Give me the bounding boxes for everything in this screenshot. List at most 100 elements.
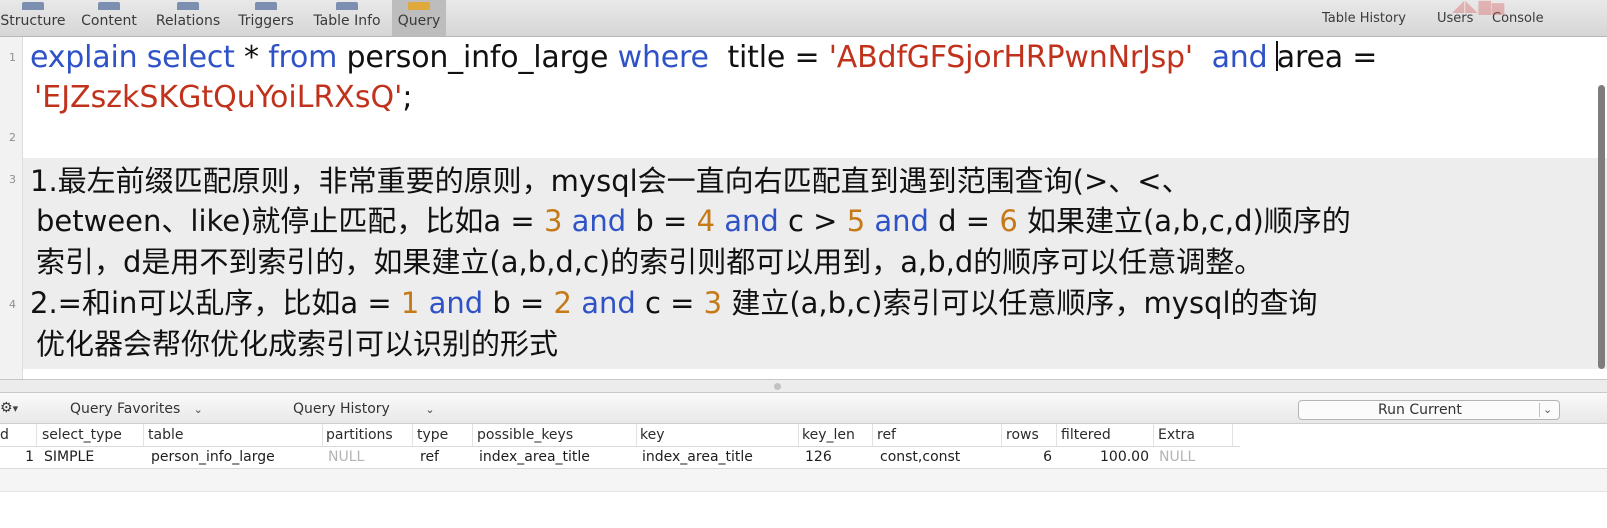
column-divider[interactable] <box>472 424 473 446</box>
cell-key: index_area_title <box>642 449 753 465</box>
number-token: 3 <box>543 204 563 238</box>
tab-structure-label: Structure <box>0 13 66 29</box>
sql-keyword: where <box>617 40 709 75</box>
query-favorites-label: Query Favorites <box>70 401 181 417</box>
column-header-rows[interactable]: rows <box>1006 427 1039 443</box>
line-number: 2 <box>9 131 16 144</box>
line-number: 3 <box>9 173 16 186</box>
cell-select-type: SIMPLE <box>44 449 95 465</box>
query-history-label: Query History <box>293 401 390 417</box>
sql-keyword: and <box>874 204 929 238</box>
column-divider[interactable] <box>1001 424 1002 446</box>
chevron-down-icon[interactable]: ⌄ <box>1543 403 1552 416</box>
number-token: 6 <box>999 204 1018 238</box>
column-divider[interactable] <box>1232 424 1233 446</box>
column-header-id[interactable]: d <box>0 427 9 443</box>
tab-triggers[interactable]: Triggers <box>231 0 301 36</box>
sql-keyword: and <box>1211 40 1268 75</box>
code-line-1-wrap: 'EJZszkSKGtQuYoiLRXsQ'; <box>34 78 412 118</box>
editor-scrollbar[interactable] <box>1598 85 1605 369</box>
cell-rows: 6 <box>1043 449 1052 465</box>
toolbar: Structure Content Relations Triggers Tab… <box>0 0 1607 37</box>
line-number: 1 <box>9 51 16 64</box>
run-current-label: Run Current <box>1378 402 1462 418</box>
query-favorites-button[interactable]: Query Favorites ⌄ <box>70 401 203 417</box>
sql-keyword: select <box>146 40 235 75</box>
column-header-type[interactable]: type <box>417 427 448 443</box>
sql-column: area <box>1276 40 1343 75</box>
tab-triggers-label: Triggers <box>238 13 294 29</box>
comment-line-4a: 2.=和in可以乱序，比如a = 1 and b = 2 and c = 3 建… <box>30 283 1318 323</box>
tab-relations[interactable]: Relations <box>148 0 228 36</box>
comment-text: between、like)就停止匹配，比如a = <box>36 204 535 238</box>
tab-structure[interactable]: Structure <box>0 0 70 36</box>
column-divider[interactable] <box>143 424 144 446</box>
pane-splitter[interactable] <box>0 379 1607 393</box>
column-header-filtered[interactable]: filtered <box>1061 427 1111 443</box>
results-table: d select_type table partitions type poss… <box>0 424 1607 528</box>
column-divider[interactable] <box>798 424 799 446</box>
chevron-down-icon: ▾ <box>12 402 19 415</box>
column-divider[interactable] <box>872 424 873 446</box>
gear-icon[interactable]: ⚙▾ <box>0 400 18 416</box>
cell-extra: NULL <box>1159 449 1196 465</box>
column-divider[interactable] <box>412 424 413 446</box>
tab-query[interactable]: Query <box>392 0 446 36</box>
query-history-button[interactable]: Query History ⌄ <box>293 401 435 417</box>
query-editor[interactable]: 1 2 3 4 explain select * from person_inf… <box>0 37 1607 379</box>
column-divider[interactable] <box>1056 424 1057 446</box>
comment-text: d = <box>938 204 991 238</box>
column-divider[interactable] <box>1153 424 1154 446</box>
cell-filtered: 100.00 <box>1100 449 1149 465</box>
comment-line-4b: 优化器会帮你优化成索引可以识别的形式 <box>36 327 559 361</box>
column-divider[interactable] <box>322 424 323 446</box>
tab-relations-label: Relations <box>155 13 221 29</box>
cell-partitions: NULL <box>328 449 365 465</box>
column-header-possible-keys[interactable]: possible_keys <box>477 427 573 443</box>
sql-keyword: explain <box>30 40 138 75</box>
line-number: 4 <box>9 298 16 311</box>
query-bar: ⚙▾ Query Favorites ⌄ Query History ⌄ Run… <box>0 393 1607 424</box>
sql-token: ; <box>402 80 413 115</box>
comment-text: 建立(a,b,c)索引可以任意顺序，mysql的查询 <box>731 286 1318 320</box>
sql-column: title <box>727 40 786 75</box>
number-token: 3 <box>703 286 723 320</box>
column-header-key-len[interactable]: key_len <box>802 427 855 443</box>
chevron-down-icon: ⌄ <box>425 403 435 416</box>
column-header-select-type[interactable]: select_type <box>42 427 122 443</box>
sql-keyword: and <box>428 286 484 320</box>
tab-table-info[interactable]: Table Info <box>305 0 389 36</box>
sql-string: 'EJZszkSKGtQuYoiLRXsQ' <box>34 80 403 115</box>
column-header-ref[interactable]: ref <box>877 427 896 443</box>
watermark-logo: ◢◣▆▅ <box>1452 0 1506 15</box>
comment-line-3b: between、like)就停止匹配，比如a = 3 and b = 4 and… <box>36 201 1351 241</box>
column-header-extra[interactable]: Extra <box>1158 427 1195 443</box>
column-divider[interactable] <box>36 424 37 446</box>
line-number-gutter: 1 2 3 4 <box>0 37 23 379</box>
sql-keyword: and <box>724 204 779 238</box>
sql-keyword: and <box>581 286 636 320</box>
cell-key-len: 126 <box>805 449 832 465</box>
tab-table-info-label: Table Info <box>313 13 381 29</box>
column-header-key[interactable]: key <box>640 427 665 443</box>
sql-operator: = <box>794 40 820 75</box>
table-history-button[interactable]: Table History <box>1322 11 1406 26</box>
number-token: 4 <box>696 204 716 238</box>
comment-text: c > <box>788 204 838 238</box>
tab-content-label: Content <box>81 13 137 29</box>
splitter-grip-icon <box>774 383 781 390</box>
cell-possible-keys: index_area_title <box>479 449 590 465</box>
relations-icon <box>177 2 199 10</box>
tab-content[interactable]: Content <box>74 0 144 36</box>
comment-text: 2.=和in可以乱序，比如a = <box>30 286 392 320</box>
column-header-partitions[interactable]: partitions <box>326 427 393 443</box>
comment-line-3c: 索引，d是用不到索引的，如果建立(a,b,d,c)的索引则都可以用到，a,b,d… <box>36 245 1264 279</box>
query-icon <box>408 2 430 10</box>
number-token: 5 <box>846 204 866 238</box>
run-current-button[interactable]: Run Current ⌄ <box>1298 400 1560 420</box>
column-divider[interactable] <box>636 424 637 446</box>
code-line-1: explain select * from person_info_large … <box>30 38 1377 78</box>
column-header-table[interactable]: table <box>148 427 183 443</box>
comment-text: 如果建立(a,b,c,d)顺序的 <box>1026 204 1351 238</box>
table-row[interactable]: 1 SIMPLE person_info_large NULL ref inde… <box>0 447 1607 469</box>
